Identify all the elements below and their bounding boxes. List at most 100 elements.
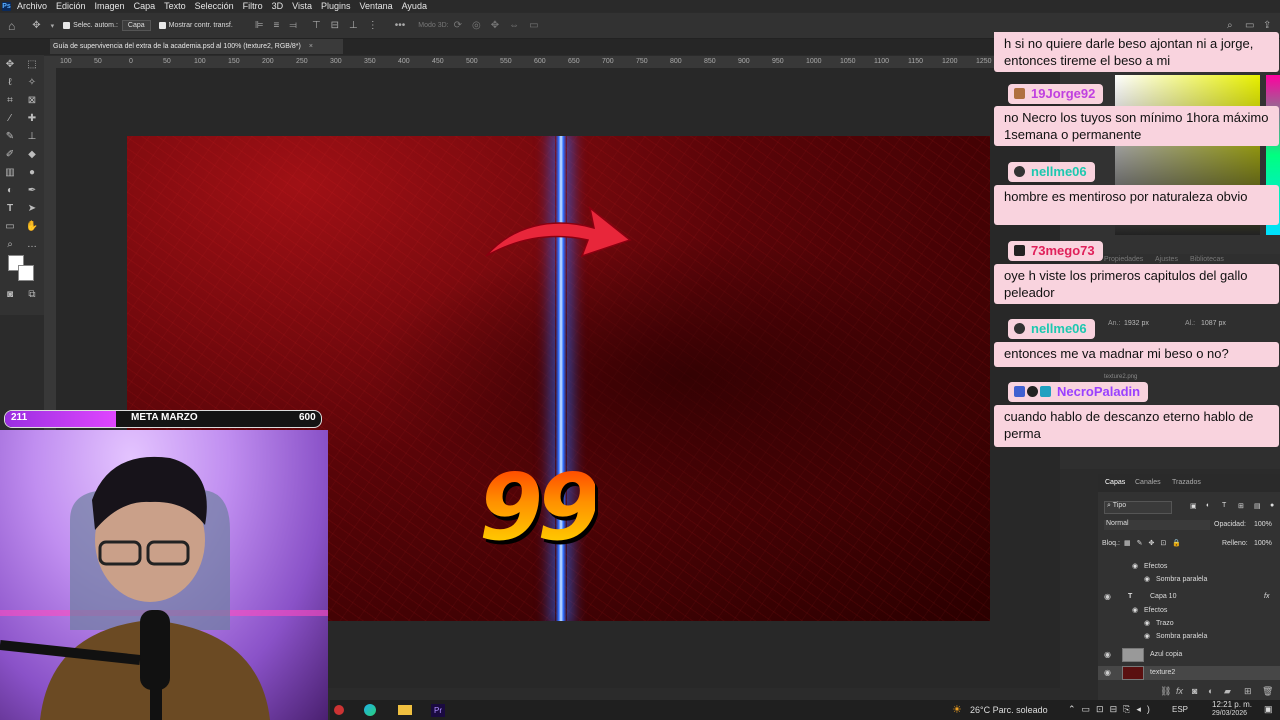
fx-add-icon[interactable]: fx: [1176, 686, 1183, 696]
eye-icon[interactable]: ◉: [1132, 604, 1138, 618]
opacity-value[interactable]: 100%: [1254, 521, 1272, 528]
layer-row[interactable]: ◉ T Capa 10 fx: [1098, 590, 1280, 604]
layer-name[interactable]: Azul copia: [1150, 648, 1182, 662]
blur-icon[interactable]: ●: [25, 167, 39, 179]
eye-icon[interactable]: ◉: [1144, 617, 1150, 631]
eye-icon[interactable]: ◉: [1104, 648, 1111, 662]
magic-wand-icon[interactable]: ✧: [25, 77, 39, 89]
show-transform-checkbox[interactable]: [158, 21, 169, 29]
filter-shape-icon[interactable]: ⊞: [1238, 502, 1244, 510]
layer-name[interactable]: texture2: [1150, 666, 1175, 680]
menu-vista[interactable]: Vista: [292, 1, 312, 11]
gradient-icon[interactable]: ▥: [3, 167, 17, 179]
more-tools-icon[interactable]: …: [25, 239, 39, 251]
marquee-icon[interactable]: ⬚: [25, 59, 39, 71]
type-icon[interactable]: T: [3, 203, 17, 215]
menu-filtro[interactable]: Filtro: [243, 1, 263, 11]
pan3d-icon[interactable]: ✥: [491, 20, 499, 31]
width-value[interactable]: 1932 px: [1124, 320, 1149, 327]
workspace-icon[interactable]: ▭: [1245, 20, 1254, 31]
eye-icon[interactable]: ◉: [1104, 590, 1111, 604]
eye-icon[interactable]: ◉: [1104, 666, 1111, 680]
path-select-icon[interactable]: ➤: [25, 203, 39, 215]
layer-row-effects[interactable]: ◉ Efectos: [1098, 604, 1280, 618]
orbit3d-icon[interactable]: ◎: [472, 20, 481, 31]
close-tab-icon[interactable]: ×: [309, 43, 313, 50]
clock-date[interactable]: 29/03/2026: [1212, 710, 1247, 717]
filter-smart-icon[interactable]: ▤: [1254, 502, 1261, 510]
tab-layers[interactable]: Capas: [1105, 479, 1125, 486]
align-right-icon[interactable]: ⫤: [289, 20, 297, 31]
layer-row-effects[interactable]: ◉ Efectos: [1098, 560, 1280, 574]
move-tool-icon[interactable]: ✥: [32, 20, 40, 31]
distribute-icon[interactable]: ⋮: [368, 20, 378, 31]
menu-plugins[interactable]: Plugins: [321, 1, 351, 11]
menu-seleccion[interactable]: Selección: [195, 1, 234, 11]
filter-adjust-icon[interactable]: ◐: [1206, 502, 1210, 509]
quick-mask-icon[interactable]: ◙: [3, 289, 17, 301]
frame-icon[interactable]: ⊠: [25, 95, 39, 107]
filter-type-icon[interactable]: T: [1222, 502, 1226, 509]
home-icon[interactable]: ⌂: [8, 19, 15, 33]
link-icon[interactable]: ⛓: [1160, 686, 1171, 697]
clock-time[interactable]: 12:21 p. m.: [1212, 700, 1252, 709]
layer-row-effect[interactable]: ◉ Trazo: [1098, 617, 1280, 631]
filter-pixel-icon[interactable]: ▣: [1190, 502, 1197, 510]
layer-row-effect[interactable]: ◉ Sombra paralela: [1098, 630, 1280, 644]
new-layer-icon[interactable]: ⊞: [1244, 686, 1252, 697]
menu-imagen[interactable]: Imagen: [95, 1, 125, 11]
chevron-down-icon[interactable]: ▾: [51, 22, 55, 30]
menu-edicion[interactable]: Edición: [56, 1, 86, 11]
layer-row-effect[interactable]: ◉ Sombra paralela: [1098, 573, 1280, 587]
eraser-icon[interactable]: ◆: [25, 149, 39, 161]
layer-row[interactable]: ◉ Azul copia: [1098, 648, 1280, 662]
align-center-icon[interactable]: ≡: [274, 20, 280, 31]
history-brush-icon[interactable]: ✐: [3, 149, 17, 161]
layer-row-selected[interactable]: ◉ texture2: [1098, 666, 1280, 680]
tray-icons[interactable]: ⌃▭⊡⊟⎘◂): [1068, 704, 1156, 715]
edge-icon[interactable]: [364, 704, 376, 716]
search-icon[interactable]: ⌕: [1227, 20, 1233, 31]
menu-capa[interactable]: Capa: [134, 1, 156, 11]
tab-adjustments[interactable]: Ajustes: [1155, 256, 1178, 263]
tab-properties[interactable]: Propiedades: [1104, 256, 1143, 263]
eye-icon[interactable]: ◉: [1132, 560, 1138, 574]
crop-icon[interactable]: ⌗: [3, 95, 17, 107]
adjustment-icon[interactable]: ◐: [1208, 686, 1213, 696]
align-top-icon[interactable]: ⊤: [312, 20, 321, 31]
layer-name[interactable]: Capa 10: [1150, 590, 1176, 604]
premiere-icon[interactable]: Pr: [431, 704, 445, 717]
menu-3d[interactable]: 3D: [272, 1, 284, 11]
blend-mode-dropdown[interactable]: Normal: [1104, 520, 1210, 530]
document-tab[interactable]: Guía de supervivencia del extra de la ac…: [50, 39, 343, 54]
auto-select-dropdown[interactable]: Capa: [121, 20, 151, 31]
weather-icon[interactable]: ☀: [952, 703, 962, 716]
eye-icon[interactable]: ◉: [1144, 630, 1150, 644]
height-value[interactable]: 1087 px: [1201, 320, 1226, 327]
rotate3d-icon[interactable]: ⟳: [454, 20, 462, 31]
lasso-icon[interactable]: ℓ: [3, 77, 17, 89]
app-icon[interactable]: [334, 705, 344, 715]
menu-archivo[interactable]: Archivo: [17, 1, 47, 11]
screen-mode-icon[interactable]: ⧉: [25, 289, 39, 301]
align-left-icon[interactable]: ⊫: [255, 20, 264, 31]
menu-ventana[interactable]: Ventana: [360, 1, 393, 11]
tab-paths[interactable]: Trazados: [1172, 479, 1201, 486]
move-icon[interactable]: ✥: [3, 59, 17, 71]
slide3d-icon[interactable]: ⇔: [509, 20, 519, 31]
language-indicator[interactable]: ESP: [1172, 705, 1188, 714]
folder-icon[interactable]: [398, 705, 412, 715]
mask-icon[interactable]: ◙: [1192, 686, 1197, 696]
layer-filter-dropdown[interactable]: ⌕ Tipo: [1104, 501, 1172, 514]
rectangle-icon[interactable]: ▭: [3, 221, 17, 233]
zoom-icon[interactable]: ⌕: [3, 239, 17, 251]
fx-icon[interactable]: fx: [1264, 590, 1269, 604]
notification-icon[interactable]: ▣: [1264, 704, 1273, 715]
fill-value[interactable]: 100%: [1254, 540, 1272, 547]
menu-texto[interactable]: Texto: [164, 1, 186, 11]
dodge-icon[interactable]: ◐: [3, 185, 17, 197]
filter-toggle-icon[interactable]: ●: [1270, 502, 1274, 509]
healing-icon[interactable]: ✚: [25, 113, 39, 125]
eye-icon[interactable]: ◉: [1144, 573, 1150, 587]
stamp-icon[interactable]: ⊥: [25, 131, 39, 143]
